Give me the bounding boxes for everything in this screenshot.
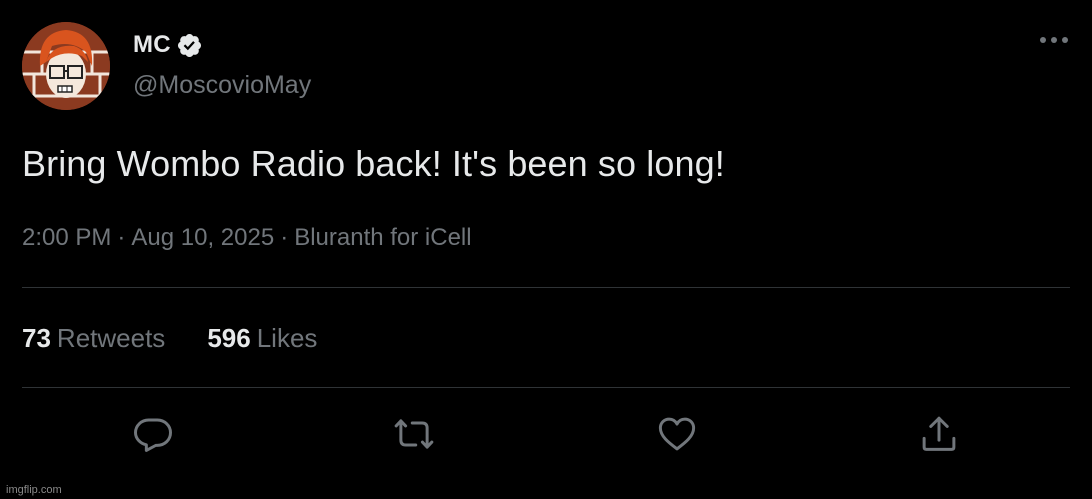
retweets-label: Retweets <box>56 323 166 353</box>
tweet-source[interactable]: Bluranth for iCell <box>294 224 471 251</box>
tweet-stats: 73 Retweets 596 Likes <box>22 323 317 354</box>
likes-count: 596 <box>207 323 251 353</box>
meta-separator: · <box>280 224 289 251</box>
likes-label: Likes <box>256 323 318 353</box>
display-name[interactable]: MC <box>133 31 171 59</box>
retweets-stat[interactable]: 73 Retweets <box>22 323 165 353</box>
retweets-count: 73 <box>22 323 51 353</box>
verified-badge-icon <box>176 32 203 59</box>
reply-button[interactable] <box>132 413 174 455</box>
user-handle[interactable]: @MoscovioMay <box>133 71 311 100</box>
tweet-card: MC @MoscovioMay Bring Wombo Radio back! … <box>0 0 1092 499</box>
share-icon <box>922 416 956 451</box>
more-options-icon[interactable] <box>1034 28 1074 52</box>
retweet-button[interactable] <box>393 413 435 455</box>
like-button[interactable] <box>656 413 698 455</box>
likes-stat[interactable]: 596 Likes <box>207 323 317 353</box>
share-button[interactable] <box>918 413 960 455</box>
avatar[interactable] <box>22 22 110 110</box>
tweet-text: Bring Wombo Radio back! It's been so lon… <box>22 143 725 184</box>
tweet-time[interactable]: 2:00 PM <box>22 224 111 251</box>
watermark: imgflip.com <box>6 484 62 496</box>
tweet-meta: 2:00 PM · Aug 10, 2025 · Bluranth for iCell <box>22 224 472 252</box>
tweet-date[interactable]: Aug 10, 2025 <box>131 224 274 251</box>
reply-icon <box>134 418 172 452</box>
meta-separator: · <box>117 224 126 251</box>
avatar-image <box>22 22 110 110</box>
retweet-icon <box>394 419 434 449</box>
divider <box>22 387 1070 388</box>
author-name-row: MC <box>133 28 203 62</box>
heart-icon <box>658 417 696 451</box>
divider <box>22 287 1070 288</box>
